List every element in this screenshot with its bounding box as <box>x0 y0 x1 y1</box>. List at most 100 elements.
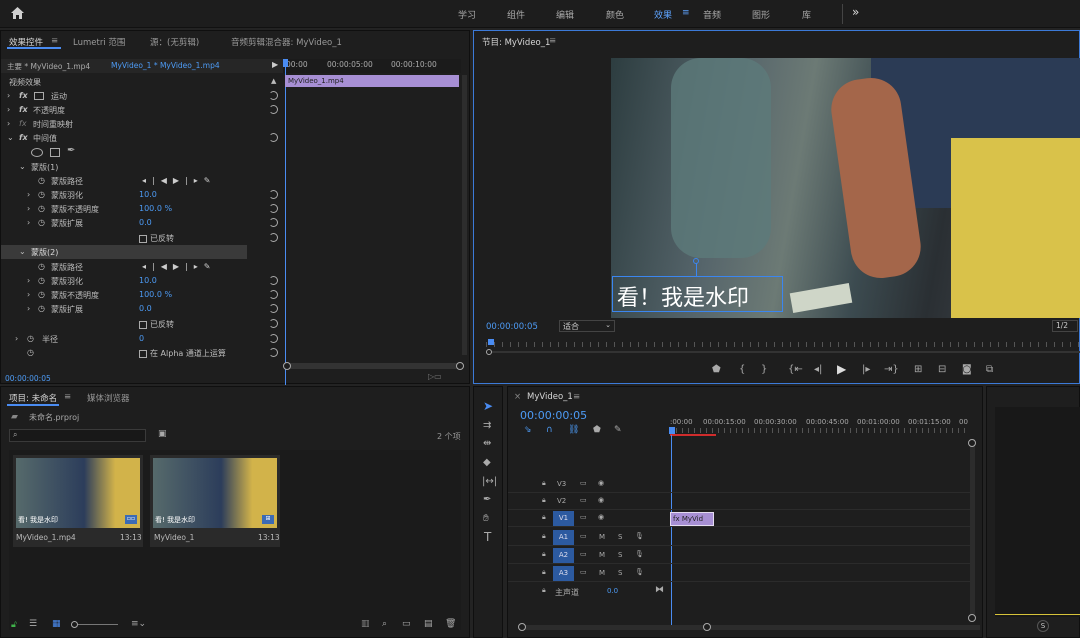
scroll-handle[interactable] <box>968 439 976 447</box>
menu-icon[interactable]: ≡ <box>682 8 690 18</box>
tab-media-browser[interactable]: 媒体浏览器 <box>87 392 130 404</box>
list-view-icon[interactable]: ☰ <box>29 619 37 629</box>
track-a1[interactable]: 🔒︎ A1 ▭ M S 🎙︎ <box>508 529 970 546</box>
alpha-checkbox[interactable] <box>139 349 147 358</box>
feather-value[interactable]: 10.0 <box>139 276 157 285</box>
monitor-playhead[interactable] <box>488 339 494 345</box>
effect-row-motion[interactable]: › fx 运动 <box>1 89 283 103</box>
track-v2[interactable]: 🔒︎ V2 ▭ ◉ <box>508 493 970 510</box>
stopwatch-icon[interactable]: ◷ <box>38 176 45 185</box>
lift-icon[interactable]: ⊞ <box>914 365 922 375</box>
reset-icon[interactable] <box>269 190 278 199</box>
reset-icon[interactable] <box>269 204 278 213</box>
timeline-clip[interactable]: fx MyVid <box>670 512 714 526</box>
step-forward-icon[interactable]: |▸ <box>862 365 870 375</box>
stopwatch-icon[interactable]: ◷ <box>38 276 45 285</box>
vertical-scrollbar[interactable] <box>970 439 975 619</box>
selection-tool-icon[interactable]: ➤ <box>483 400 493 412</box>
timeline-playhead-marker[interactable] <box>669 427 675 434</box>
master-clip-label[interactable]: 主要 * MyVideo_1.mp4 <box>7 61 90 72</box>
mask-1-row[interactable]: ⌄ 蒙版(1) <box>1 160 283 174</box>
mic-icon[interactable]: 🎙︎ <box>635 550 644 558</box>
filter-icon[interactable]: ▷▭ <box>428 372 442 381</box>
track-target[interactable]: A1 <box>553 530 574 545</box>
playhead-line[interactable] <box>285 61 286 385</box>
alpha-row[interactable]: ◷ 在 Alpha 通道上运算 <box>1 346 283 360</box>
reset-icon[interactable] <box>269 91 278 100</box>
vertical-scrollbar[interactable] <box>462 75 467 355</box>
eye-icon[interactable]: ◉ <box>598 513 604 521</box>
close-icon[interactable]: × <box>514 392 521 402</box>
mask-opacity-row[interactable]: › ◷ 蒙版不透明度 100.0 % <box>1 288 283 302</box>
fit-dropdown[interactable]: 适合 ⌄ <box>559 320 615 332</box>
scroll-handle[interactable] <box>968 614 976 622</box>
track-target[interactable]: A2 <box>553 548 574 563</box>
track-a2[interactable]: 🔒︎ A2 ▭ M S 🎙︎ <box>508 547 970 564</box>
menu-icon[interactable]: ≡ <box>64 392 71 402</box>
inverted-checkbox[interactable] <box>139 234 147 243</box>
scroll-handle[interactable] <box>518 623 526 631</box>
stopwatch-icon[interactable]: ◷ <box>38 190 45 199</box>
tab-audio-clip-mixer[interactable]: 音频剪辑混合器: MyVideo_1 <box>231 36 342 48</box>
workspace-audio[interactable]: 音频 <box>703 8 721 21</box>
timeline-ruler[interactable]: :00:00 00:00:15:00 00:00:30:00 00:00:45:… <box>669 415 970 437</box>
settings-icon[interactable]: ✎ <box>614 425 622 435</box>
stopwatch-icon[interactable]: ◷ <box>38 218 45 227</box>
play-icon[interactable]: ▶ <box>837 363 846 375</box>
effect-row-opacity[interactable]: › fx 不透明度 <box>1 103 283 117</box>
mask-feather-row[interactable]: › ◷ 蒙版羽化 10.0 <box>1 188 283 202</box>
sync-lock-icon[interactable]: ▭ <box>580 496 587 504</box>
effect-row-time-remap[interactable]: › fx 时间重映射 <box>1 117 283 131</box>
track-v1[interactable]: 🔒︎ V1 ▭ ◉ fx MyVid <box>508 510 970 527</box>
mark-in-icon[interactable]: { <box>739 365 745 375</box>
lock-icon[interactable]: 🔒︎ <box>542 479 546 488</box>
radius-value[interactable]: 0 <box>139 334 144 343</box>
menu-icon[interactable]: ≡ <box>573 392 580 402</box>
lock-icon[interactable]: 🔓︎ <box>11 620 17 630</box>
eye-icon[interactable]: ◉ <box>598 496 604 504</box>
track-target[interactable]: V1 <box>553 511 574 526</box>
feather-value[interactable]: 10.0 <box>139 190 157 199</box>
go-to-end-icon[interactable]: ⧓ <box>655 585 664 595</box>
track-v3[interactable]: 🔒︎ V3 ▭ ◉ <box>508 476 970 493</box>
scroll-handle[interactable] <box>456 362 464 370</box>
ellipse-mask-icon[interactable] <box>31 148 43 157</box>
lock-icon[interactable]: 🔒︎ <box>542 586 546 595</box>
collapse-icon[interactable]: ▲ <box>271 77 276 85</box>
new-bin-icon[interactable]: ▣ <box>158 429 167 439</box>
stopwatch-icon[interactable]: ◷ <box>38 304 45 313</box>
automate-icon[interactable]: ▥ <box>361 619 370 629</box>
effect-clip-bar[interactable]: MyVideo_1.mp4 <box>285 75 459 87</box>
reset-icon[interactable] <box>269 319 278 328</box>
workspace-graphics[interactable]: 图形 <box>752 8 770 21</box>
trash-icon[interactable]: 🗑︎ <box>445 619 456 629</box>
program-timecode[interactable]: 00:00:00:05 <box>486 322 538 332</box>
tab-lumetri-scopes[interactable]: Lumetri 范围 <box>73 36 125 48</box>
monitor-ruler[interactable] <box>486 342 1080 347</box>
solo-button[interactable]: S <box>1037 620 1049 632</box>
zoom-bar[interactable] <box>492 351 1080 353</box>
sync-lock-icon[interactable]: ▭ <box>580 479 587 487</box>
hand-tool-icon[interactable]: ✋︎ <box>483 514 489 524</box>
sync-lock-icon[interactable]: ▭ <box>580 532 587 540</box>
mask-feather-row[interactable]: › ◷ 蒙版羽化 10.0 <box>1 274 283 288</box>
marker-icon[interactable]: ⬟ <box>712 365 721 375</box>
new-item-icon[interactable]: ▤ <box>424 619 433 629</box>
tab-source[interactable]: 源：(无剪辑) <box>150 36 199 48</box>
track-select-icon[interactable]: ⇉ <box>483 421 491 431</box>
search-input[interactable]: ⌕ <box>9 429 146 442</box>
track-a3[interactable]: 🔒︎ A3 ▭ M S 🎙︎ <box>508 565 970 582</box>
mask-path-row[interactable]: ◷ 蒙版路径 ◂|◀▶|▸✎ <box>1 260 283 274</box>
compare-icon[interactable]: ⧉ <box>986 365 993 375</box>
playhead-marker[interactable] <box>283 59 288 67</box>
reset-icon[interactable] <box>269 133 278 142</box>
mask-track-controls[interactable]: ◂|◀▶|▸✎ <box>142 262 216 271</box>
mic-icon[interactable]: 🎙︎ <box>635 532 644 540</box>
stopwatch-icon[interactable]: ◷ <box>27 348 34 357</box>
zoom-slider-handle[interactable] <box>71 621 78 628</box>
rotation-handle[interactable] <box>693 258 699 264</box>
mask-opacity-row[interactable]: › ◷ 蒙版不透明度 100.0 % <box>1 202 283 216</box>
opacity-value[interactable]: 100.0 % <box>139 290 172 299</box>
resolution-dropdown[interactable]: 1/2 <box>1052 320 1078 332</box>
reset-icon[interactable] <box>269 233 278 242</box>
